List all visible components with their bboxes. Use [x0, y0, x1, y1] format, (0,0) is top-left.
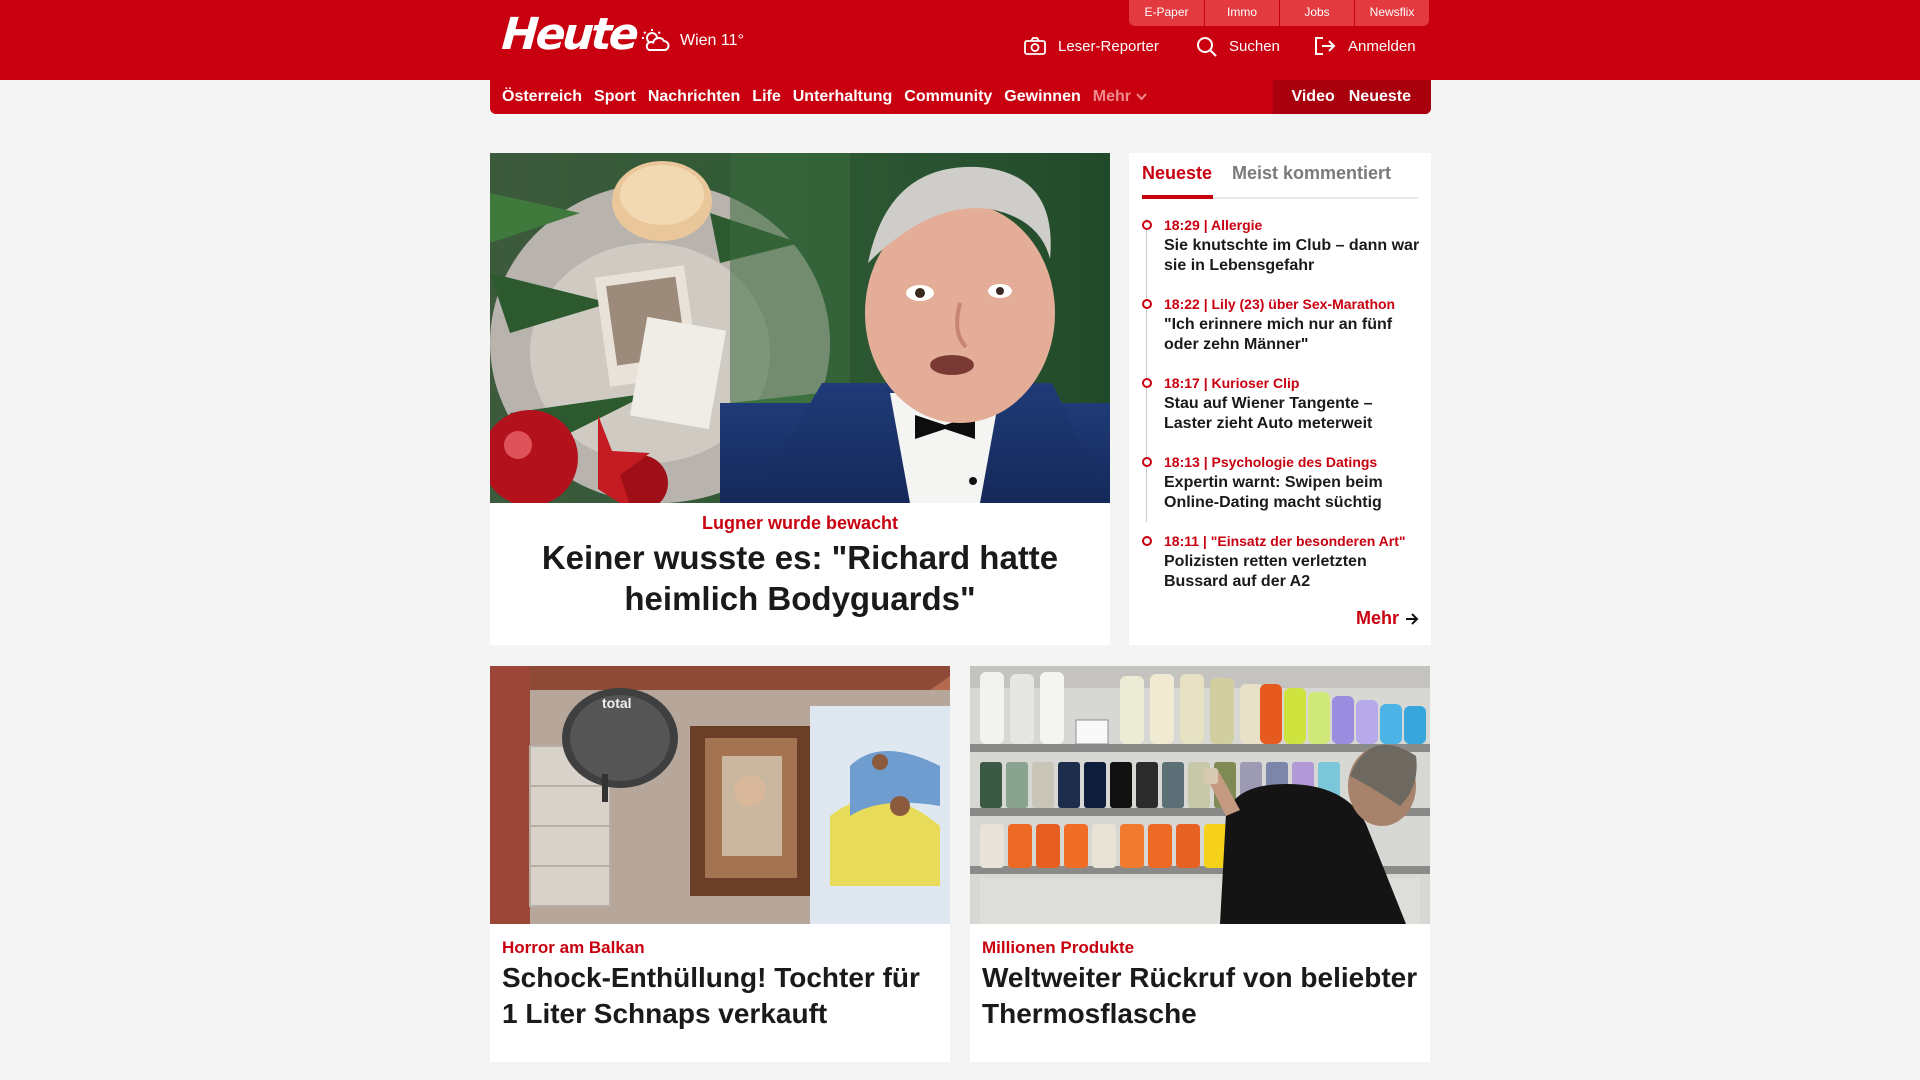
ticker-item[interactable]: 18:13 | Psychologie des Datings Expertin…: [1142, 453, 1422, 513]
search-icon: [1197, 36, 1217, 57]
main-nav: Österreich Sport Nachrichten Life Unterh…: [490, 80, 1431, 114]
nav-item-community[interactable]: Community: [904, 88, 992, 106]
ticker-item-meta: 18:11 | "Einsatz der besonderen Art": [1164, 533, 1406, 549]
top-link-newsflix[interactable]: Newsflix: [1354, 0, 1429, 26]
ticker-item[interactable]: 18:11 | "Einsatz der besonderen Art" Pol…: [1142, 532, 1422, 592]
news-ticker: Neueste Meist kommentiert 18:29 | Allerg…: [1129, 153, 1431, 645]
ticker-item[interactable]: 18:29 | Allergie Sie knutschte im Club –…: [1142, 216, 1422, 276]
hero-kicker: Lugner wurde bewacht: [701, 513, 899, 533]
ticker-item[interactable]: 18:17 | Kurioser Clip Stau auf Wiener Ta…: [1142, 374, 1422, 434]
top-header: [0, 0, 1920, 80]
timeline-dot: [1142, 220, 1152, 230]
tab-meist-kommentiert[interactable]: Meist kommentiert: [1232, 163, 1391, 184]
ticker-item-title[interactable]: Sie knutschte im Club – dann war sie in …: [1164, 236, 1422, 276]
cloud-sun-icon: [642, 29, 670, 51]
arrow-right-icon: [1406, 612, 1419, 625]
hero-image[interactable]: [490, 153, 1110, 503]
login-label: Anmelden: [1348, 37, 1416, 55]
ticker-item-meta: 18:22 | Lily (23) über Sex-Marathon: [1164, 296, 1396, 312]
login-icon: [1315, 37, 1336, 55]
search-button[interactable]: Suchen: [1196, 33, 1280, 59]
timeline-dot: [1142, 536, 1152, 546]
weather-widget[interactable]: Wien 11°: [640, 26, 744, 56]
nav-right-group: Video Neueste: [1273, 80, 1431, 114]
leser-reporter-label: Leser-Reporter: [1058, 37, 1159, 55]
top-link-immo[interactable]: Immo: [1204, 0, 1279, 26]
svg-text:total: total: [602, 695, 632, 711]
nav-item-nachrichten[interactable]: Nachrichten: [648, 88, 740, 106]
nav-more-label: Mehr: [1092, 88, 1131, 105]
top-links: E-Paper Immo Jobs Newsflix: [1129, 0, 1429, 26]
card-image[interactable]: [970, 666, 1430, 924]
top-link-epaper[interactable]: E-Paper: [1129, 0, 1204, 26]
ticker-item-meta: 18:29 | Allergie: [1164, 217, 1263, 233]
top-link-jobs[interactable]: Jobs: [1279, 0, 1354, 26]
card-headline[interactable]: Weltweiter Rückruf von beliebter Thermos…: [982, 960, 1422, 1032]
article-card[interactable]: total Horror am Balkan Schock-Enthüllung…: [490, 666, 950, 1062]
camera-icon: [1024, 37, 1046, 55]
tab-neueste[interactable]: Neueste: [1142, 163, 1212, 184]
ticker-item-meta: 18:17 | Kurioser Clip: [1164, 375, 1300, 391]
ticker-item-title[interactable]: Polizisten retten verletzten Bussard auf…: [1164, 552, 1422, 592]
nav-item-video[interactable]: Video: [1291, 88, 1334, 106]
nav-item-unterhaltung[interactable]: Unterhaltung: [793, 88, 893, 106]
login-button[interactable]: Anmelden: [1314, 33, 1416, 59]
ticker-tabs: Neueste Meist kommentiert: [1142, 153, 1418, 199]
nav-item-life[interactable]: Life: [752, 88, 780, 106]
timeline-dot: [1142, 457, 1152, 467]
ticker-more-label: Mehr: [1355, 608, 1399, 628]
nav-item-gewinnen[interactable]: Gewinnen: [1004, 88, 1080, 106]
nav-more-dropdown[interactable]: Mehr: [1093, 88, 1147, 106]
nav-item-sport[interactable]: Sport: [594, 88, 636, 106]
hero-headline[interactable]: Keiner wusste es: "Richard hatte heimlic…: [520, 537, 1080, 619]
article-card[interactable]: Millionen Produkte Weltweiter Rückruf vo…: [970, 666, 1430, 1062]
ticker-more-link[interactable]: Mehr: [1356, 608, 1419, 629]
ticker-item[interactable]: 18:22 | Lily (23) über Sex-Marathon "Ich…: [1142, 295, 1422, 355]
ticker-item-meta: 18:13 | Psychologie des Datings: [1164, 454, 1378, 470]
card-kicker: Millionen Produkte: [982, 938, 1135, 957]
card-headline[interactable]: Schock-Enthüllung! Tochter für 1 Liter S…: [502, 960, 942, 1032]
ticker-item-title[interactable]: Expertin warnt: Swipen beim Online-Datin…: [1164, 473, 1422, 513]
heute-logo[interactable]: Heute: [500, 9, 637, 60]
ticker-item-title[interactable]: "Ich erinnere mich nur an fünf oder zehn…: [1164, 315, 1422, 355]
weather-label: Wien 11°: [680, 32, 744, 49]
nav-item-neueste[interactable]: Neueste: [1349, 88, 1411, 106]
timeline-dot: [1142, 378, 1152, 388]
chevron-down-icon: [1136, 93, 1147, 101]
nav-item-oesterreich[interactable]: Österreich: [502, 88, 582, 106]
hero-article[interactable]: Lugner wurde bewacht Keiner wusste es: "…: [490, 153, 1110, 645]
search-label: Suchen: [1229, 37, 1280, 55]
card-kicker: Horror am Balkan: [502, 938, 645, 957]
timeline-dot: [1142, 299, 1152, 309]
leser-reporter-link[interactable]: Leser-Reporter: [1024, 33, 1159, 59]
ticker-item-title[interactable]: Stau auf Wiener Tangente – Laster zieht …: [1164, 394, 1422, 434]
active-tab-indicator: [1142, 195, 1213, 199]
card-image[interactable]: total: [490, 666, 950, 924]
